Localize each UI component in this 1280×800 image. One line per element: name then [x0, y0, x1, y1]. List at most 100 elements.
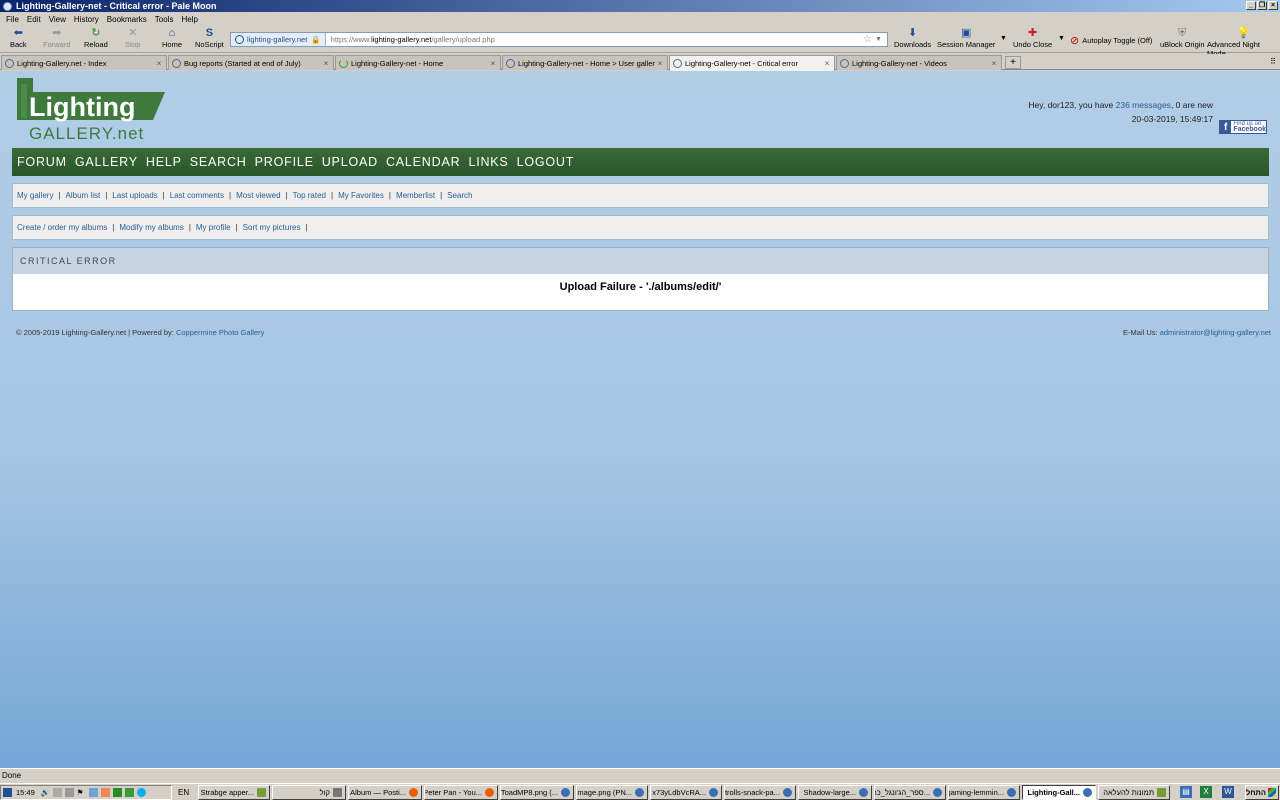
task-trolls-snack[interactable]: trolls-snack-pa... [724, 785, 796, 800]
forward-button[interactable]: ➡ Forward [43, 27, 71, 49]
tab-bug-reports[interactable]: Bug reports (Started at end of July) × [168, 55, 334, 70]
site-logo[interactable]: Lighting GALLERY.net [15, 76, 167, 143]
tray-app-icon[interactable] [64, 788, 74, 797]
stop-button[interactable]: ✕ Stop [125, 27, 140, 49]
task-lighting-gallery[interactable]: Lighting-Gall... [1022, 785, 1096, 800]
tab-close-icon[interactable]: × [321, 59, 331, 68]
menu-help[interactable]: Help [181, 15, 197, 24]
nav-calendar[interactable]: CALENDAR [386, 155, 460, 169]
subnav-modify-albums[interactable]: Modify my albums [119, 223, 183, 232]
menu-bookmarks[interactable]: Bookmarks [107, 15, 147, 24]
task-image-png[interactable]: image.png (PN... [576, 785, 648, 800]
nav-search[interactable]: SEARCH [190, 155, 247, 169]
restore-button[interactable]: ❐ [1257, 1, 1267, 10]
autoplay-toggle-button[interactable]: ⊘ Autoplay Toggle (Off) [1070, 34, 1152, 47]
subnav-last-comments[interactable]: Last comments [170, 191, 224, 200]
nav-gallery[interactable]: GALLERY [75, 155, 138, 169]
footer-copyright: © 2005-2019 Lighting-Gallery.net | Power… [16, 328, 265, 337]
task-album-posting[interactable]: Album — Posti... [348, 785, 422, 800]
subnav-my-gallery[interactable]: My gallery [17, 191, 53, 200]
nav-help[interactable]: HELP [146, 155, 182, 169]
nav-profile[interactable]: PROFILE [255, 155, 314, 169]
task-shadow-large[interactable]: Shadow-large... [798, 785, 872, 800]
tab-close-icon[interactable]: × [655, 59, 665, 68]
session-manager-button[interactable]: ▣ Session Manager [937, 27, 995, 49]
subnav-top-rated[interactable]: Top rated [293, 191, 326, 200]
tab-videos[interactable]: Lighting-Gallery-net - Videos × [836, 55, 1002, 70]
task-peter-pan[interactable]: Peter Pan - You... [424, 785, 498, 800]
menu-history[interactable]: History [74, 15, 99, 24]
network-monitor-icon[interactable] [88, 788, 98, 797]
noscript-button[interactable]: S NoScript [195, 27, 224, 49]
task-volume[interactable]: קול [272, 785, 346, 800]
tab-close-icon[interactable]: × [154, 59, 164, 68]
flag-icon[interactable]: ⚑ [77, 788, 86, 797]
undo-close-button[interactable]: ✚ Undo Close [1013, 27, 1052, 49]
tab-index[interactable]: Lighting-Gallery.net - Index × [1, 55, 167, 70]
nav-upload[interactable]: UPLOAD [322, 155, 378, 169]
tray-app-icon[interactable] [52, 788, 62, 797]
subnav-search[interactable]: Search [447, 191, 472, 200]
reload-button[interactable]: ↻ Reload [84, 27, 108, 49]
facebook-button[interactable]: f Find us on Facebook [1219, 120, 1267, 134]
subnav-my-profile[interactable]: My profile [196, 223, 231, 232]
excel-icon[interactable]: X [1200, 786, 1212, 798]
volume-icon[interactable]: 🔊 [41, 788, 50, 797]
coppermine-link[interactable]: Coppermine Photo Gallery [176, 328, 264, 337]
minimize-button[interactable]: _ [1246, 1, 1256, 10]
window-title-bar: Lighting-Gallery-net - Critical error - … [0, 0, 1280, 12]
task-jungle-book[interactable]: ספר_הג'ונגל_כר... [874, 785, 946, 800]
menu-view[interactable]: View [49, 15, 66, 24]
home-button[interactable]: ⌂ Home [162, 27, 182, 49]
subnav-most-viewed[interactable]: Most viewed [236, 191, 280, 200]
messages-link[interactable]: 236 messages [1116, 100, 1171, 110]
tab-list-icon[interactable]: ⠿ [1270, 57, 1276, 66]
ublock-origin-button[interactable]: ⛨ uBlock Origin [1160, 27, 1205, 49]
tray-app-icon[interactable] [112, 788, 122, 797]
new-tab-button[interactable]: + [1005, 56, 1021, 69]
nav-logout[interactable]: LOGOUT [517, 155, 575, 169]
url-text[interactable]: https://www.lighting-gallery.net/gallery… [326, 35, 863, 44]
email-link[interactable]: administrator@lighting-gallery.net [1160, 328, 1271, 337]
subnav-sort-pictures[interactable]: Sort my pictures [243, 223, 301, 232]
tab-close-icon[interactable]: × [488, 59, 498, 68]
menu-tools[interactable]: Tools [155, 15, 174, 24]
tray-app-icon[interactable] [124, 788, 134, 797]
undo-close-dropdown-icon[interactable]: ▼ [1058, 35, 1065, 42]
bookmark-star-icon[interactable]: ☆ [863, 34, 875, 45]
subnav-memberlist[interactable]: Memberlist [396, 191, 435, 200]
task-strabge-apper[interactable]: Strabge apper... [198, 785, 270, 800]
close-window-button[interactable]: × [1268, 1, 1278, 10]
url-dropdown-icon[interactable]: ▼ [875, 36, 887, 43]
start-button[interactable]: התחל [1245, 785, 1279, 800]
tab-user-galleries[interactable]: Lighting-Gallery-net - Home > User galle… [502, 55, 668, 70]
tab-critical-error[interactable]: Lighting-Gallery-net - Critical error × [669, 55, 835, 71]
network-icon[interactable] [3, 788, 12, 797]
skype-icon[interactable] [136, 788, 146, 797]
menu-edit[interactable]: Edit [27, 15, 41, 24]
nav-links[interactable]: LINKS [468, 155, 508, 169]
menu-file[interactable]: File [6, 15, 19, 24]
subnav-album-list[interactable]: Album list [66, 191, 101, 200]
task-gaming-lemmings[interactable]: gaming-lemmin... [948, 785, 1020, 800]
downloads-button[interactable]: ⬇ Downloads [894, 27, 931, 49]
task-upload-images-folder[interactable]: תמונות להעלאה [1098, 785, 1170, 800]
subnav-last-uploads[interactable]: Last uploads [112, 191, 157, 200]
clock[interactable]: 15:49 [16, 788, 35, 797]
language-indicator[interactable]: EN [178, 788, 189, 797]
task-toadmp8[interactable]: ToadMP8.png (... [500, 785, 574, 800]
site-identity-button[interactable]: lighting-gallery.net 🔒 [231, 33, 326, 46]
address-bar[interactable]: lighting-gallery.net 🔒 https://www.light… [230, 32, 888, 47]
nav-forum[interactable]: FORUM [17, 155, 67, 169]
tab-home[interactable]: Lighting-Gallery-net - Home × [335, 55, 501, 70]
tray-app-icon[interactable] [100, 788, 110, 797]
session-manager-dropdown-icon[interactable]: ▼ [1000, 35, 1007, 42]
tab-close-icon[interactable]: × [822, 59, 832, 68]
subnav-create-order-albums[interactable]: Create / order my albums [17, 223, 107, 232]
quicklaunch-document-icon[interactable]: ▤ [1180, 786, 1192, 798]
word-icon[interactable]: W [1222, 786, 1234, 798]
subnav-my-favorites[interactable]: My Favorites [338, 191, 384, 200]
back-button[interactable]: ⬅ Back [10, 27, 27, 49]
task-x73yldbvcra[interactable]: x73yLdbVcRA... [650, 785, 722, 800]
tab-close-icon[interactable]: × [989, 59, 999, 68]
